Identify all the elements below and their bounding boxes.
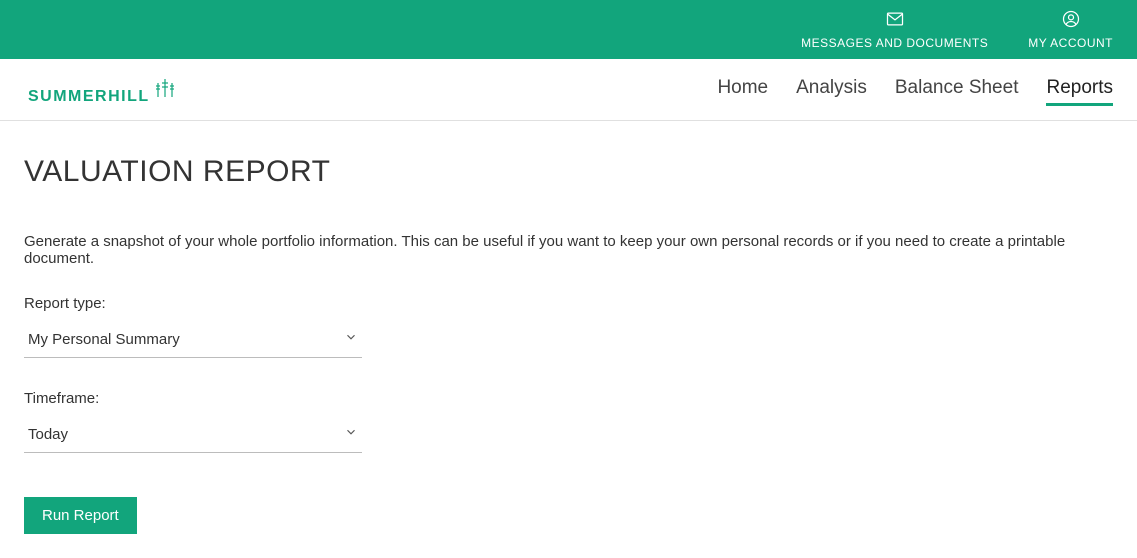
timeframe-select[interactable]: Today <box>24 419 362 453</box>
nav-balance-sheet[interactable]: Balance Sheet <box>895 77 1019 106</box>
run-report-button[interactable]: Run Report <box>24 497 137 534</box>
chevron-down-icon <box>344 425 358 444</box>
user-circle-icon <box>1061 9 1081 32</box>
page-title: VALUATION REPORT <box>24 155 1113 189</box>
nav-reports[interactable]: Reports <box>1046 77 1113 106</box>
logo[interactable]: SUMMERHILL <box>28 77 176 106</box>
report-type-value: My Personal Summary <box>28 331 180 348</box>
my-account-link[interactable]: MY ACCOUNT <box>1028 9 1113 50</box>
logo-icon <box>154 77 176 102</box>
main-header: SUMMERHILL Home Analysis Balance Sheet <box>0 59 1137 121</box>
nav-analysis[interactable]: Analysis <box>796 77 867 106</box>
timeframe-value: Today <box>28 426 68 443</box>
messages-documents-label: MESSAGES AND DOCUMENTS <box>801 36 988 50</box>
envelope-icon <box>885 9 905 32</box>
report-type-field: Report type: My Personal Summary <box>24 295 1113 358</box>
timeframe-field: Timeframe: Today <box>24 390 1113 453</box>
chevron-down-icon <box>344 330 358 349</box>
report-type-label: Report type: <box>24 295 1113 312</box>
top-bar: MESSAGES AND DOCUMENTS MY ACCOUNT <box>0 0 1137 59</box>
my-account-label: MY ACCOUNT <box>1028 36 1113 50</box>
nav-home[interactable]: Home <box>717 77 768 106</box>
main-nav: Home Analysis Balance Sheet Reports <box>717 77 1113 106</box>
timeframe-label: Timeframe: <box>24 390 1113 407</box>
messages-documents-link[interactable]: MESSAGES AND DOCUMENTS <box>801 9 988 50</box>
page-description: Generate a snapshot of your whole portfo… <box>24 233 1113 267</box>
report-type-select[interactable]: My Personal Summary <box>24 324 362 358</box>
content: VALUATION REPORT Generate a snapshot of … <box>0 121 1137 558</box>
logo-text: SUMMERHILL <box>28 88 150 106</box>
